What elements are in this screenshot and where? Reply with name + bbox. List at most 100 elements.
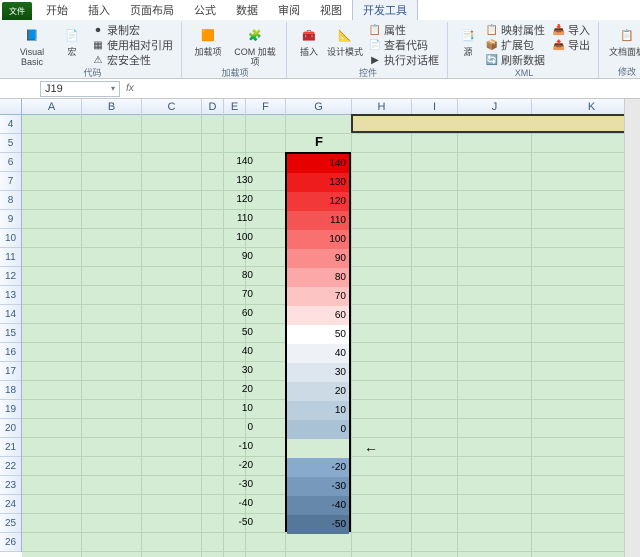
row-header-17[interactable]: 17 [0,362,21,381]
properties-button[interactable]: 📋属性 [367,23,441,37]
group-modify: 📋文档面板 修改 [601,22,640,78]
import-button[interactable]: 📥导入 [551,23,592,37]
row-header-9[interactable]: 9 [0,210,21,229]
ribbon-groups: 📘Visual Basic 📄宏 ⏺录制宏 ▦使用相对引用 ⚠宏安全性 代码 🟧… [0,20,640,78]
vertical-scrollbar[interactable] [624,99,640,557]
col-header-F[interactable]: F [246,99,286,115]
chart-label: 140 [213,156,253,167]
app-menu-button[interactable]: 文件 [2,2,32,20]
chart-cell: 20 [287,382,349,401]
row-header-20[interactable]: 20 [0,419,21,438]
chart-label: 80 [213,270,253,281]
dropdown-icon: ▾ [111,84,115,93]
row-header-4[interactable]: 4 [0,115,21,134]
row-header-18[interactable]: 18 [0,381,21,400]
group-code: 📘Visual Basic 📄宏 ⏺录制宏 ▦使用相对引用 ⚠宏安全性 代码 [4,22,182,78]
selection-range [351,114,640,133]
tab-developer[interactable]: 开发工具 [352,0,418,20]
macro-security-button[interactable]: ⚠宏安全性 [90,53,175,67]
chart-label: -20 [213,460,253,471]
row-header-13[interactable]: 13 [0,286,21,305]
group-xml: 📑源 📋映射属性 📦扩展包 🔄刷新数据 📥导入 📤导出 XML [450,22,599,78]
col-header-B[interactable]: B [82,99,142,115]
col-header-I[interactable]: I [412,99,458,115]
row-header-5[interactable]: 5 [0,134,21,153]
expansion-pack-button[interactable]: 📦扩展包 [484,38,547,52]
chart-cell: 120 [287,192,349,211]
row-header-12[interactable]: 12 [0,267,21,286]
chart-label: -40 [213,498,253,509]
cell-grid[interactable]: F1401301201101009080706050403020100-20-3… [22,115,640,557]
chart-cell: -20 [287,458,349,477]
visual-basic-button[interactable]: 📘Visual Basic [10,22,54,67]
export-button[interactable]: 📤导出 [551,38,592,52]
map-props-button[interactable]: 📋映射属性 [484,23,547,37]
col-header-J[interactable]: J [458,99,532,115]
chart-cell: 60 [287,306,349,325]
name-box[interactable]: J19▾ [40,81,120,97]
col-header-G[interactable]: G [286,99,352,115]
tab-home[interactable]: 开始 [36,0,78,20]
tab-layout[interactable]: 页面布局 [120,0,184,20]
group-label: 修改 [607,66,640,78]
col-header-D[interactable]: D [202,99,224,115]
chart-cell [287,439,349,458]
tab-formulas[interactable]: 公式 [184,0,226,20]
tab-view[interactable]: 视图 [310,0,352,20]
tab-insert[interactable]: 插入 [78,0,120,20]
design-mode-button[interactable]: 📐设计模式 [327,22,363,57]
select-all-corner[interactable] [0,99,22,114]
group-addins: 🟧加载项 🧩COM 加载项 加载项 [184,22,287,78]
chart-label: 60 [213,308,253,319]
chart-label: 0 [213,422,253,433]
run-dialog-button[interactable]: ▶执行对话框 [367,53,441,67]
tab-data[interactable]: 数据 [226,0,268,20]
chart-cell: 80 [287,268,349,287]
row-header-16[interactable]: 16 [0,343,21,362]
relative-ref-button[interactable]: ▦使用相对引用 [90,38,175,52]
row-header-19[interactable]: 19 [0,400,21,419]
insert-control-button[interactable]: 🧰插入 [295,22,323,57]
row-header-21[interactable]: 21 [0,438,21,457]
fx-icon[interactable]: fx [126,83,134,94]
row-header-10[interactable]: 10 [0,229,21,248]
addins-button[interactable]: 🟧加载项 [190,22,226,57]
ribbon: 文件 开始 插入 页面布局 公式 数据 审阅 视图 开发工具 📘Visual B… [0,0,640,79]
chart-label: 130 [213,175,253,186]
row-header-7[interactable]: 7 [0,172,21,191]
row-header-8[interactable]: 8 [0,191,21,210]
tab-review[interactable]: 审阅 [268,0,310,20]
macros-button[interactable]: 📄宏 [58,22,86,57]
chart-label: 30 [213,365,253,376]
record-macro-button[interactable]: ⏺录制宏 [90,23,175,37]
col-header-A[interactable]: A [22,99,82,115]
row-headers: 4567891011121314151617181920212223242526 [0,115,22,552]
col-header-H[interactable]: H [352,99,412,115]
code-icon: 📄 [369,39,381,51]
chart-cell: 90 [287,249,349,268]
row-header-25[interactable]: 25 [0,514,21,533]
row-header-15[interactable]: 15 [0,324,21,343]
col-header-C[interactable]: C [142,99,202,115]
xml-source-button[interactable]: 📑源 [456,22,480,57]
view-code-button[interactable]: 📄查看代码 [367,38,441,52]
row-header-22[interactable]: 22 [0,457,21,476]
refresh-data-button[interactable]: 🔄刷新数据 [484,53,547,67]
chart-cell: -30 [287,477,349,496]
export-icon: 📤 [553,39,565,51]
doc-panel-button[interactable]: 📋文档面板 [607,22,640,57]
row-header-6[interactable]: 6 [0,153,21,172]
chart-label: 50 [213,327,253,338]
group-label: 加载项 [190,67,280,79]
chart-label: 10 [213,403,253,414]
chart-cell: 10 [287,401,349,420]
chart-label: 120 [213,194,253,205]
col-header-E[interactable]: E [224,99,246,115]
row-header-14[interactable]: 14 [0,305,21,324]
com-addins-button[interactable]: 🧩COM 加载项 [230,22,280,67]
chart-cell: 130 [287,173,349,192]
row-header-11[interactable]: 11 [0,248,21,267]
row-header-24[interactable]: 24 [0,495,21,514]
row-header-23[interactable]: 23 [0,476,21,495]
dialog-icon: ▶ [369,54,381,66]
